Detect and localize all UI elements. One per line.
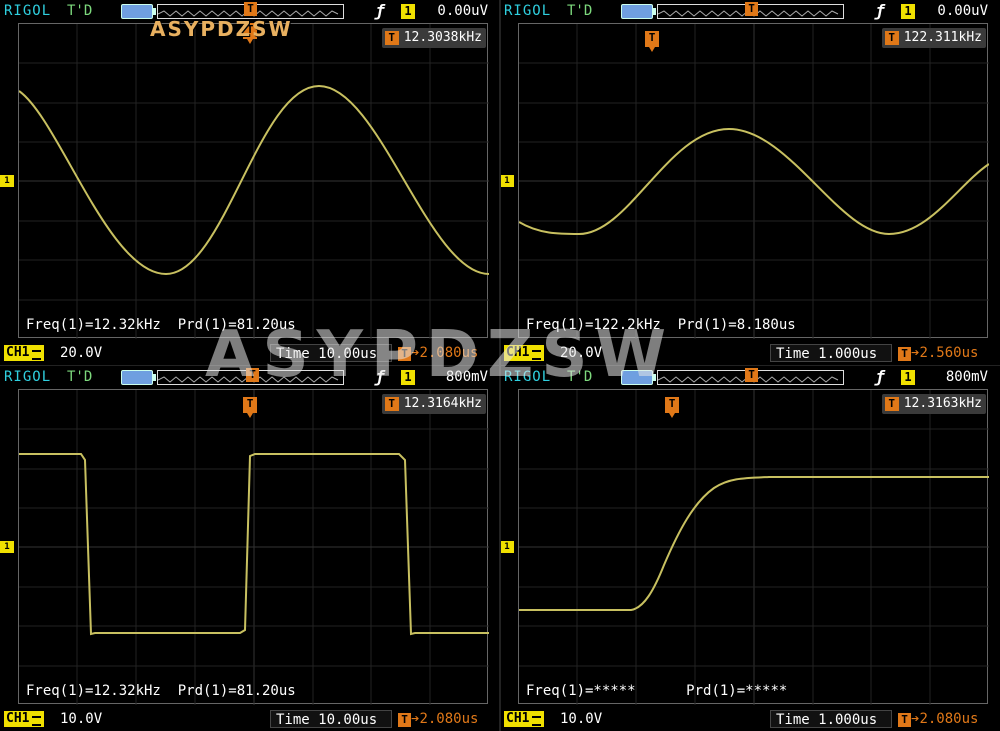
frequency-value: 122.311kHz — [903, 30, 982, 45]
trigger-time-marker[interactable]: T — [665, 397, 679, 418]
scope-panel-1: RIGOL T'D T ƒ 1 0.00uV 1 T T 12.3038kHz F… — [0, 0, 500, 365]
memory-overview[interactable]: T — [657, 368, 844, 385]
channel-1-offset-marker[interactable]: 1 — [0, 541, 14, 553]
measurement-line: Freq(1)=***** Prd(1)=***** — [526, 683, 787, 699]
trigger-level: 0.00uV — [437, 3, 488, 19]
trigger-offset[interactable]: T ➔2.080us — [398, 711, 478, 727]
channel-1-offset-marker[interactable]: 1 — [500, 541, 514, 553]
measurement-line: Freq(1)=12.32kHz Prd(1)=81.20us — [26, 683, 296, 699]
memory-overview[interactable]: T — [657, 2, 844, 19]
frequency-counter: T 12.3038kHz — [381, 28, 486, 48]
trigger-position-icon: T — [244, 2, 257, 16]
vertical-scale[interactable]: 10.0V — [60, 711, 102, 727]
brand-label: RIGOL — [4, 3, 52, 19]
rising-edge-icon[interactable]: ƒ — [375, 1, 385, 20]
trigger-level: 0.00uV — [937, 3, 988, 19]
freq-measurement: Freq(1)=***** — [526, 683, 636, 699]
channel-1-badge[interactable]: CH1 — [4, 711, 44, 727]
waveform-area[interactable] — [18, 23, 489, 339]
trigger-offset-icon: T — [398, 713, 411, 727]
battery-icon — [621, 4, 656, 19]
trigger-offset-value: 2.560us — [919, 345, 979, 361]
waveform-svg-3 — [19, 390, 489, 705]
bottom-status-bar: CH1 10.0V Time 1.000us T ➔2.080us — [500, 707, 1000, 731]
period-measurement: Prd(1)=***** — [686, 683, 788, 699]
counter-icon: T — [884, 31, 899, 45]
channel-1-offset-marker[interactable]: 1 — [0, 175, 14, 187]
trigger-position-icon: T — [745, 2, 758, 16]
timebase-label[interactable]: Time 10.00us — [270, 710, 392, 728]
channel-1-badge[interactable]: CH1 — [4, 345, 44, 361]
trigger-time-marker[interactable]: T — [645, 31, 659, 52]
trigger-time-marker[interactable]: T — [243, 397, 257, 418]
freq-measurement: Freq(1)=12.32kHz — [26, 683, 161, 699]
period-measurement: Prd(1)=8.180us — [677, 317, 796, 333]
frequency-value: 12.3164kHz — [403, 396, 482, 411]
waveform-area[interactable] — [518, 23, 989, 339]
trigger-offset[interactable]: T ➔2.560us — [898, 345, 978, 361]
vertical-scale[interactable]: 20.0V — [60, 345, 102, 361]
rising-edge-icon[interactable]: ƒ — [875, 367, 885, 386]
trigger-status: T'D — [67, 3, 93, 19]
vertical-scale[interactable]: 10.0V — [560, 711, 602, 727]
counter-icon: T — [384, 397, 399, 411]
watermark-center: ASYPDZSW — [205, 318, 675, 392]
trigger-offset-value: 2.080us — [419, 711, 479, 727]
scope-panel-3: RIGOL T'D T ƒ 1 800mV 1 T T 12.3164kHz Fr… — [0, 366, 500, 731]
frequency-counter: T 12.3164kHz — [381, 394, 486, 414]
frequency-value: 12.3038kHz — [403, 30, 482, 45]
brand-label: RIGOL — [4, 369, 52, 385]
timebase-label[interactable]: Time 1.000us — [770, 344, 892, 362]
trigger-offset-icon: T — [898, 347, 911, 361]
scope-panel-4: RIGOL T'D T ƒ 1 800mV 1 T T 12.3163kHz Fr… — [500, 366, 1000, 731]
trigger-source-badge[interactable]: 1 — [901, 370, 915, 385]
waveform-area[interactable] — [18, 389, 489, 705]
rising-edge-icon[interactable]: ƒ — [875, 1, 885, 20]
trigger-offset-value: 2.080us — [919, 711, 979, 727]
waveform-area[interactable] — [518, 389, 989, 705]
frequency-counter: T 12.3163kHz — [881, 394, 986, 414]
counter-icon: T — [384, 31, 399, 45]
frequency-value: 12.3163kHz — [903, 396, 982, 411]
timebase-label[interactable]: Time 1.000us — [770, 710, 892, 728]
channel-1-badge[interactable]: CH1 — [504, 711, 544, 727]
period-measurement: Prd(1)=81.20us — [177, 683, 296, 699]
scope-panel-2: RIGOL T'D T ƒ 1 0.00uV 1 T T 122.311kHz F… — [500, 0, 1000, 365]
trigger-level: 800mV — [945, 369, 988, 385]
waveform-svg-4 — [519, 390, 989, 705]
bottom-status-bar: CH1 10.0V Time 10.00us T ➔2.080us — [0, 707, 500, 731]
top-status-bar: RIGOL T'D T ƒ 1 0.00uV — [500, 0, 1000, 22]
trigger-position-icon: T — [745, 368, 758, 382]
trigger-source-badge[interactable]: 1 — [401, 4, 415, 19]
waveform-svg-1 — [19, 24, 489, 339]
trigger-status: T'D — [567, 3, 593, 19]
battery-icon — [121, 4, 156, 19]
counter-icon: T — [884, 397, 899, 411]
brand-label: RIGOL — [504, 3, 552, 19]
trigger-offset-icon: T — [898, 713, 911, 727]
trigger-status: T'D — [67, 369, 93, 385]
trigger-source-badge[interactable]: 1 — [901, 4, 915, 19]
watermark-corner: ASYPDZSW — [150, 17, 293, 41]
channel-1-offset-marker[interactable]: 1 — [500, 175, 514, 187]
waveform-svg-2 — [519, 24, 989, 339]
battery-icon — [121, 370, 156, 385]
frequency-counter: T 122.311kHz — [881, 28, 986, 48]
freq-measurement: Freq(1)=12.32kHz — [26, 317, 161, 333]
trigger-offset[interactable]: T ➔2.080us — [898, 711, 978, 727]
